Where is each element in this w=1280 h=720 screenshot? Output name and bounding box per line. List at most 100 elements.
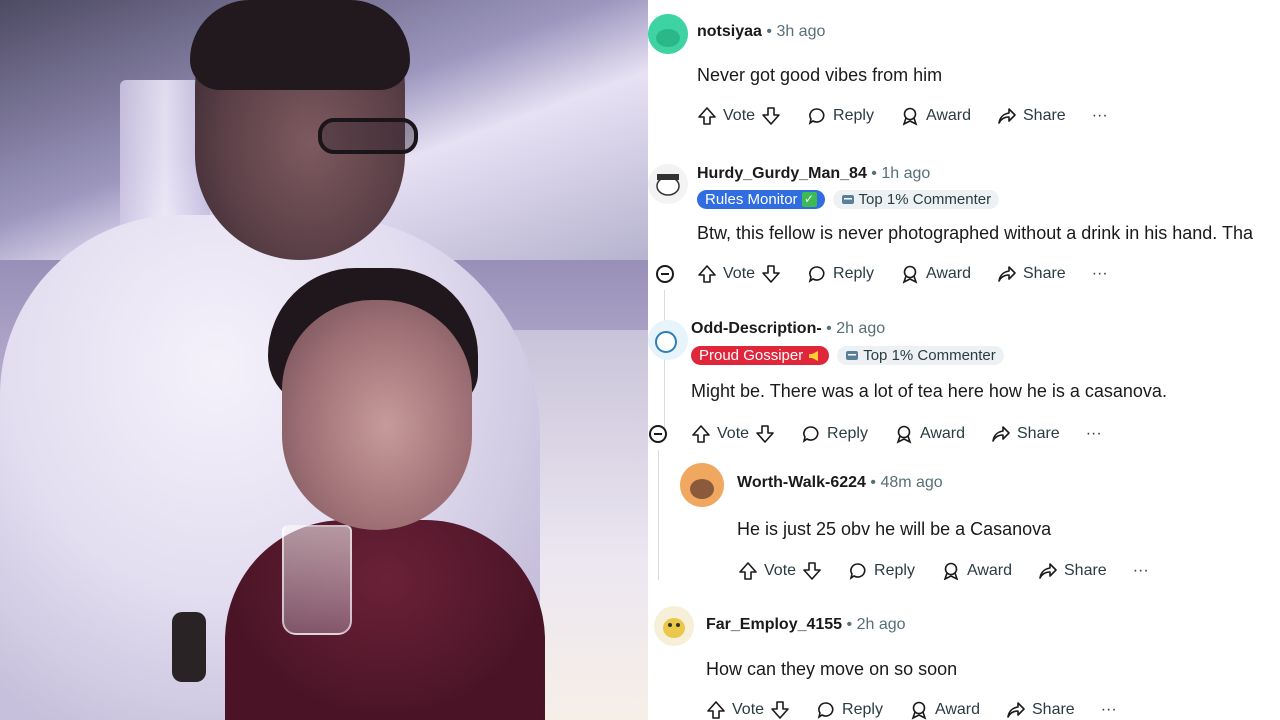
comment-actions-cropped: Vote Reply Award Share ··· [728,560,1248,580]
comment-actions: Vote Reply Award Share ··· [738,561,1175,580]
award-label: Award [925,265,971,282]
flair-label: Top 1% Commenter [863,347,996,364]
snoo-avatar-icon [680,463,724,507]
comment-author[interactable]: Far_Employ_4155 • 2h ago [706,616,906,634]
avatar[interactable] [654,606,694,646]
avatar[interactable] [648,14,688,54]
flair-label: Proud Gossiper [699,347,804,364]
comment-body: Btw, this fellow is never photographed w… [697,223,1253,243]
comment-author[interactable]: Odd-Description- • 2h ago [691,320,885,338]
flair-badge: Rules Monitor ✓ [697,190,825,209]
downvote-icon[interactable] [755,424,775,444]
comment-timestamp: 48m ago [880,474,943,491]
upvote-icon[interactable] [697,106,717,126]
flair-badge: Proud Gossiper [691,346,830,365]
reply-label: Reply [833,265,874,282]
share-button[interactable]: Share [997,106,1066,126]
flair-label: Top 1% Commenter [858,191,992,208]
avatar[interactable] [648,164,688,204]
reply-label: Reply [874,562,915,579]
award-button[interactable]: Award [900,264,971,284]
reply-button[interactable]: Reply [801,424,868,444]
upvote-icon[interactable] [706,700,726,720]
snoo-avatar-icon [648,320,688,360]
snoo-avatar-icon [648,164,688,204]
separator: • [766,23,772,40]
more-options-button[interactable]: ··· [1092,107,1108,125]
reply-icon [817,702,834,719]
award-icon [943,562,959,580]
author-name[interactable]: notsiyaa [697,23,762,40]
award-button[interactable]: Award [941,561,1012,580]
award-icon [902,265,918,284]
downvote-icon[interactable] [770,700,790,720]
award-button[interactable]: Award [900,106,971,126]
share-label: Share [1064,562,1107,579]
comment-author[interactable]: Hurdy_Gurdy_Man_84 • 1h ago [697,165,930,183]
comment-author[interactable]: Worth-Walk-6224 • 48m ago [737,474,943,492]
snoo-avatar-icon [648,14,688,54]
share-label: Share [1023,265,1066,282]
vote-label: Vote [723,107,756,124]
avatar[interactable] [648,320,688,360]
share-icon [998,266,1016,282]
vote-control: Vote [738,561,822,580]
more-options-button[interactable]: ··· [1133,562,1149,580]
award-label: Award [919,425,965,442]
award-button[interactable]: Award [909,700,980,720]
share-button[interactable]: Share [997,264,1066,284]
comment-body: Might be. There was a lot of tea here ho… [691,381,1167,401]
more-options-button[interactable]: ··· [1086,425,1102,443]
upvote-icon[interactable] [738,561,758,580]
collapse-thread-icon[interactable] [656,265,674,283]
award-label: Award [925,107,971,124]
comment-body: Never got good vibes from him [697,65,943,85]
comment-body: How can they move on so soon [706,659,958,679]
reply-button[interactable]: Reply [807,264,874,284]
separator: • [870,474,876,491]
separator: • [871,165,877,182]
collapse-thread-icon[interactable] [649,425,667,443]
reply-label: Reply [833,107,874,124]
award-label: Award [966,562,1012,579]
share-icon [992,426,1010,442]
comment-thread: notsiyaa • 3h ago Never got good vibes f… [648,0,1280,720]
photo-sunglasses [318,118,418,154]
comment-author[interactable]: notsiyaa • 3h ago [697,23,825,41]
upvote-icon[interactable] [697,264,717,284]
avatar[interactable] [680,463,724,507]
author-name[interactable]: Hurdy_Gurdy_Man_84 [697,165,867,182]
award-label: Award [934,701,980,718]
author-name[interactable]: Far_Employ_4155 [706,616,842,633]
reply-icon [802,426,819,443]
more-options-button[interactable]: ··· [1092,265,1108,283]
photo-drink-glass [282,525,352,635]
separator: • [846,616,853,633]
reply-button[interactable]: Reply [807,106,874,126]
upvote-icon[interactable] [691,424,711,444]
award-button[interactable]: Award [894,424,965,444]
user-flairs: Rules Monitor ✓ Top 1% Commenter [697,190,1000,209]
award-icon [902,107,918,126]
downvote-icon[interactable] [761,106,781,126]
comment-actions: Vote Reply Award Share ··· [691,424,1128,444]
share-label: Share [1023,107,1066,124]
share-button[interactable]: Share [991,424,1060,444]
vote-control: Vote [706,700,790,720]
share-button[interactable]: Share [1038,561,1107,580]
top-commenter-badge: Top 1% Commenter [837,346,1004,365]
author-name[interactable]: Odd-Description- [691,320,822,337]
snoo-avatar-icon [654,606,694,646]
author-name[interactable]: Worth-Walk-6224 [737,474,866,491]
reply-label: Reply [827,425,868,442]
vote-label: Vote [732,701,765,718]
vote-label: Vote [717,425,750,442]
more-options-button[interactable]: ··· [1101,701,1117,719]
reply-button[interactable]: Reply [848,561,915,580]
downvote-icon[interactable] [761,264,781,284]
share-button[interactable]: Share [1006,700,1075,720]
commenter-badge-icon [841,194,854,204]
comment-timestamp: 1h ago [881,165,931,182]
downvote-icon[interactable] [802,561,822,580]
reply-button[interactable]: Reply [816,700,883,720]
